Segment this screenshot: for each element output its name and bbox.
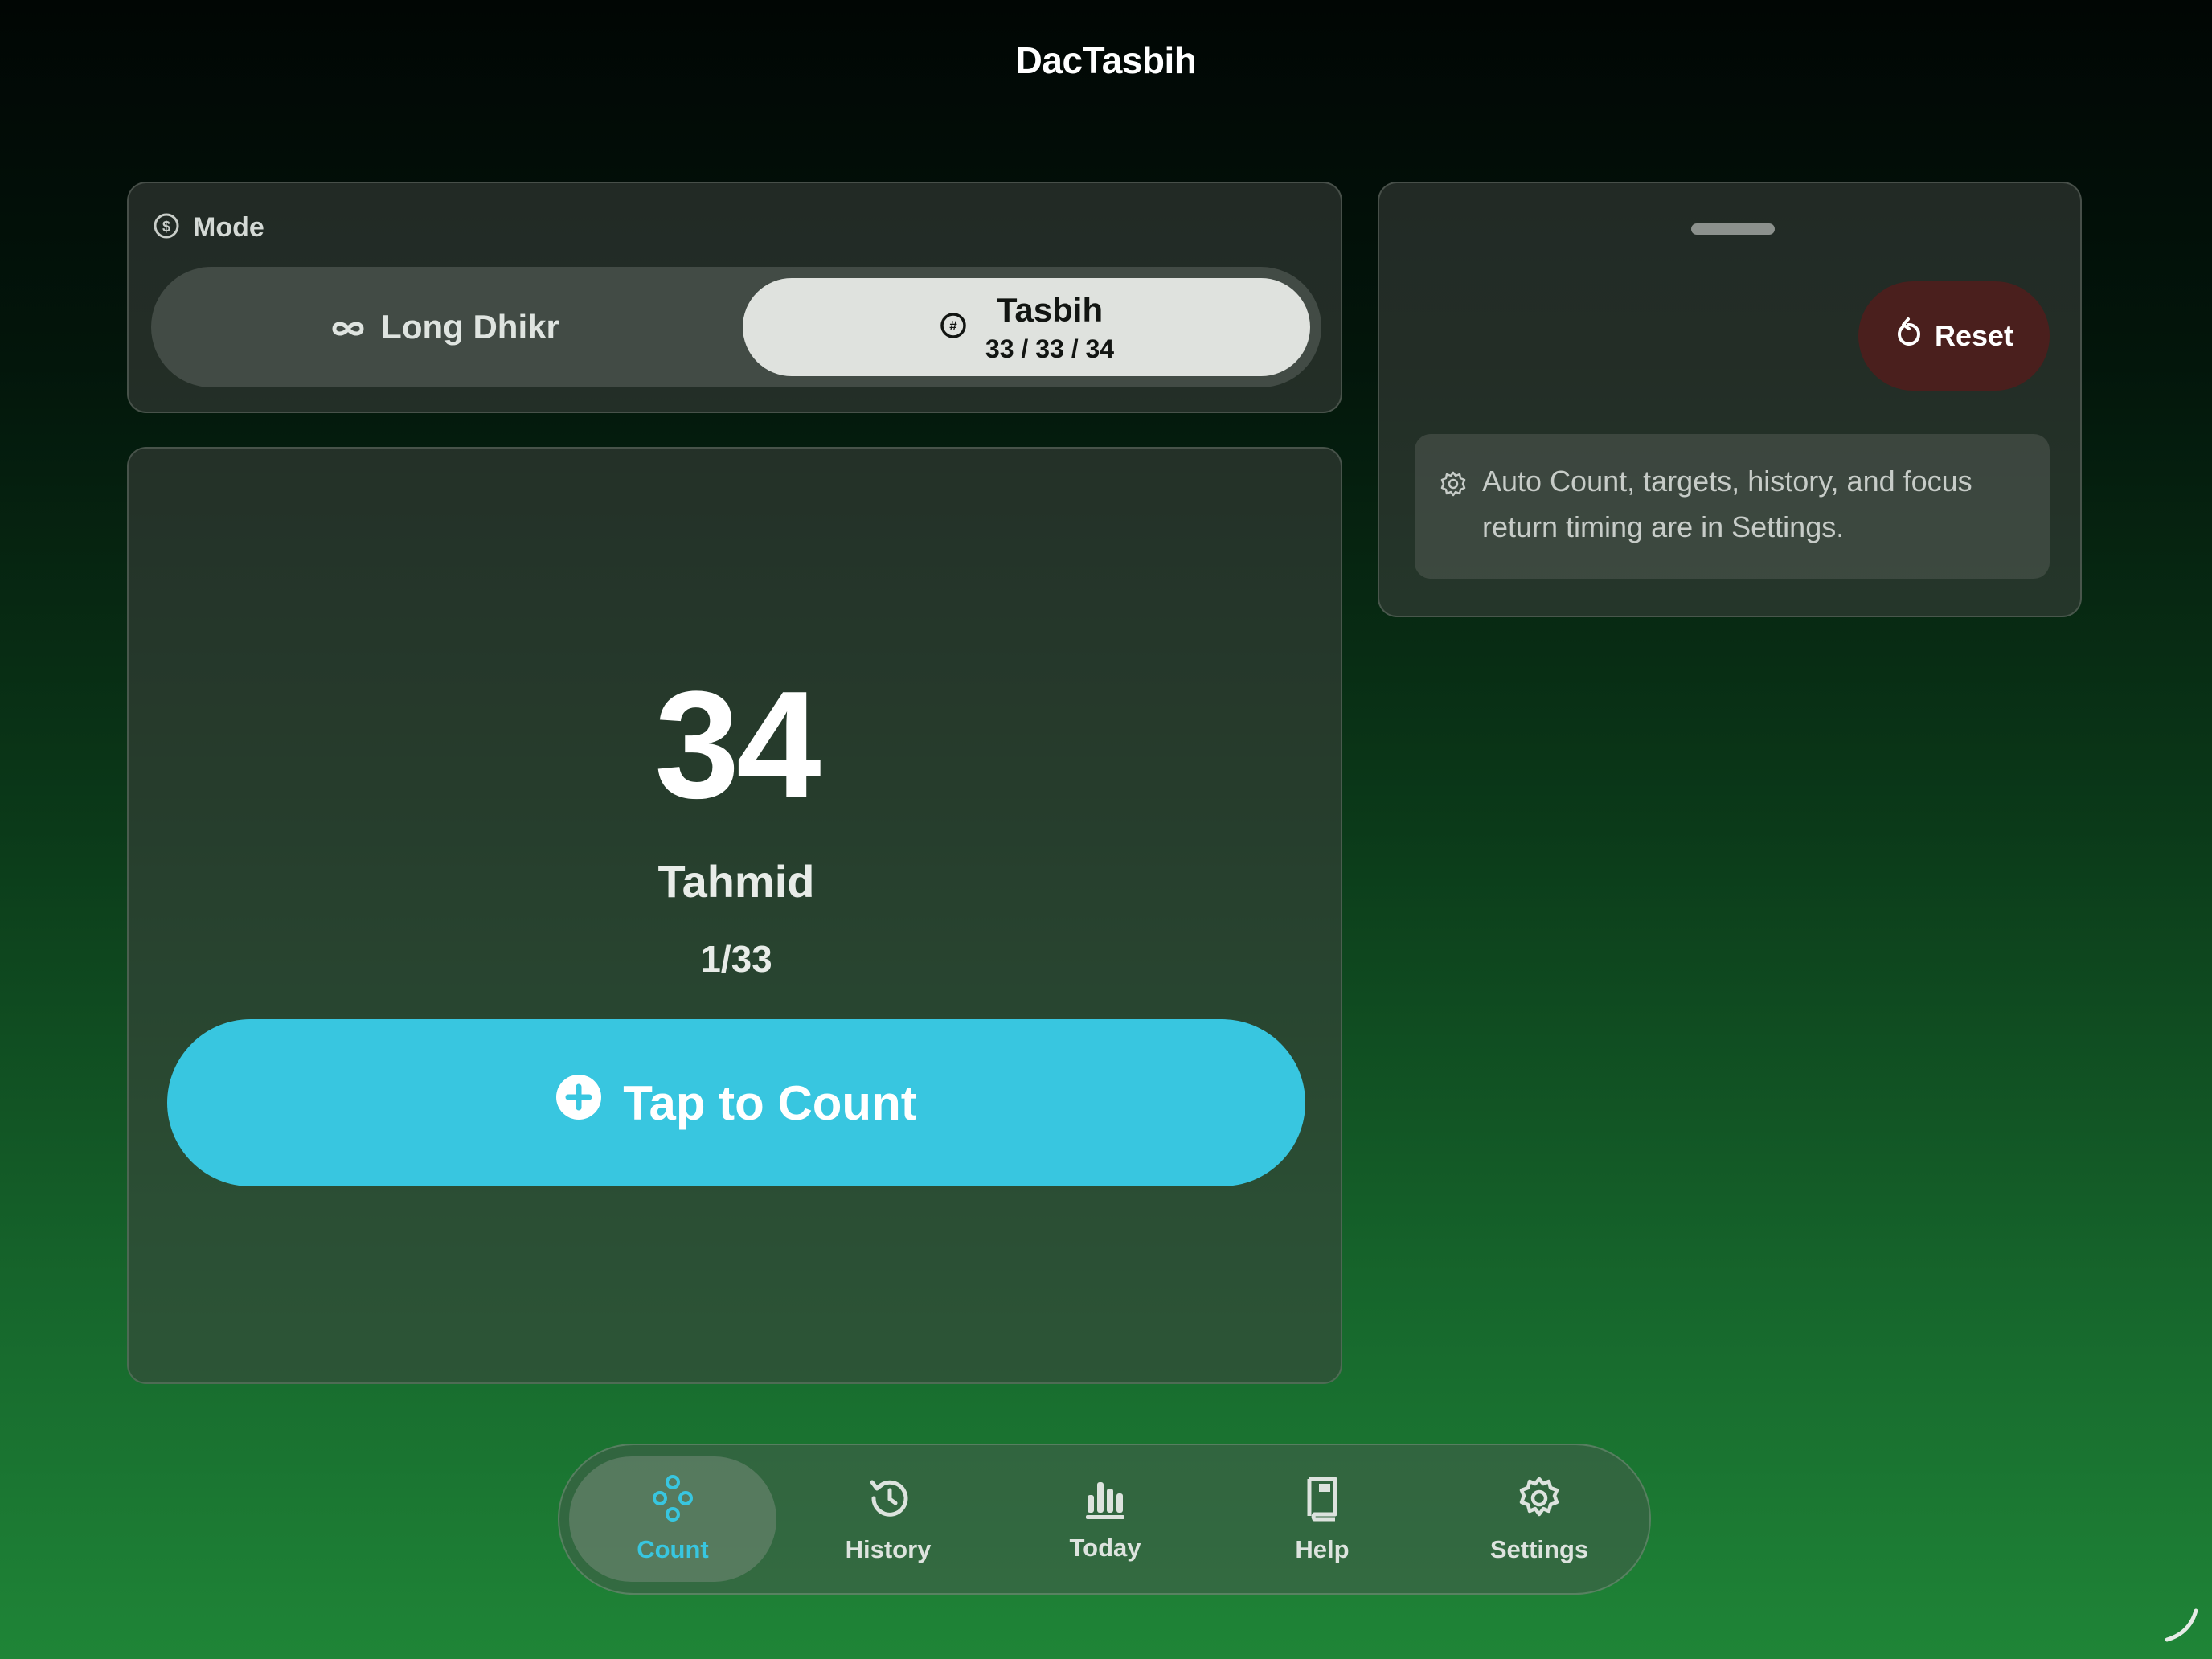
gear-icon — [1439, 469, 1468, 502]
bottom-nav: Count History Today Help Settings — [558, 1444, 1651, 1595]
gear-icon — [1517, 1474, 1562, 1529]
reset-label: Reset — [1934, 319, 2014, 352]
drag-handle[interactable] — [1691, 223, 1775, 235]
dhikr-name: Tahmid — [657, 856, 815, 907]
bar-chart-icon — [1083, 1476, 1128, 1527]
mode-option-label: Tasbih — [996, 290, 1104, 329]
reset-icon — [1895, 317, 1922, 355]
nav-item-count[interactable]: Count — [569, 1456, 776, 1582]
app-title: DacTasbih — [1015, 39, 1197, 81]
mode-segmented-control: Long Dhikr # Tasbih 33 / 33 / 34 — [151, 267, 1321, 387]
count-icon — [650, 1474, 695, 1529]
side-panel: Reset Auto Count, targets, history, and … — [1378, 182, 2082, 617]
mode-label: Mode — [193, 212, 264, 243]
mode-header: $ Mode — [153, 212, 264, 244]
tap-to-count-button[interactable]: Tap to Count — [167, 1019, 1305, 1186]
nav-label: History — [845, 1535, 932, 1563]
svg-text:#: # — [949, 318, 957, 334]
nav-item-history[interactable]: History — [784, 1456, 992, 1582]
nav-item-settings[interactable]: Settings — [1436, 1456, 1643, 1582]
counter-panel: 34 Tahmid 1/33 Tap to Count — [127, 447, 1342, 1384]
plus-circle-icon — [555, 1074, 602, 1132]
svg-text:$: $ — [162, 219, 170, 235]
nav-item-help[interactable]: Help — [1219, 1456, 1426, 1582]
nav-label: Settings — [1489, 1535, 1589, 1563]
history-icon — [866, 1474, 911, 1529]
dhikr-progress: 1/33 — [700, 938, 772, 980]
infinity-icon — [330, 308, 367, 346]
mode-option-long-dhikr[interactable]: Long Dhikr — [151, 267, 738, 387]
count-value: 34 — [654, 660, 821, 830]
hash-circle-icon: # — [939, 311, 968, 344]
nav-item-today[interactable]: Today — [1002, 1456, 1209, 1582]
nav-label: Count — [637, 1535, 709, 1563]
book-icon — [1303, 1474, 1342, 1529]
reset-button[interactable]: Reset — [1858, 281, 2050, 391]
mode-option-tasbih[interactable]: # Tasbih 33 / 33 / 34 — [743, 278, 1310, 376]
nav-label: Today — [1069, 1534, 1141, 1562]
mode-panel: $ Mode Long Dhikr # Tasbih 33 / 33 / 34 — [127, 182, 1342, 413]
corner-resize-handle[interactable] — [2162, 1604, 2202, 1649]
mode-icon: $ — [153, 212, 180, 244]
mode-option-label: Long Dhikr — [381, 308, 559, 346]
settings-info-text: Auto Count, targets, history, and focus … — [1482, 465, 1972, 543]
nav-label: Help — [1295, 1535, 1350, 1563]
tap-to-count-label: Tap to Count — [623, 1075, 917, 1130]
settings-info-box: Auto Count, targets, history, and focus … — [1415, 434, 2050, 579]
mode-option-sublabel: 33 / 33 / 34 — [985, 334, 1115, 363]
